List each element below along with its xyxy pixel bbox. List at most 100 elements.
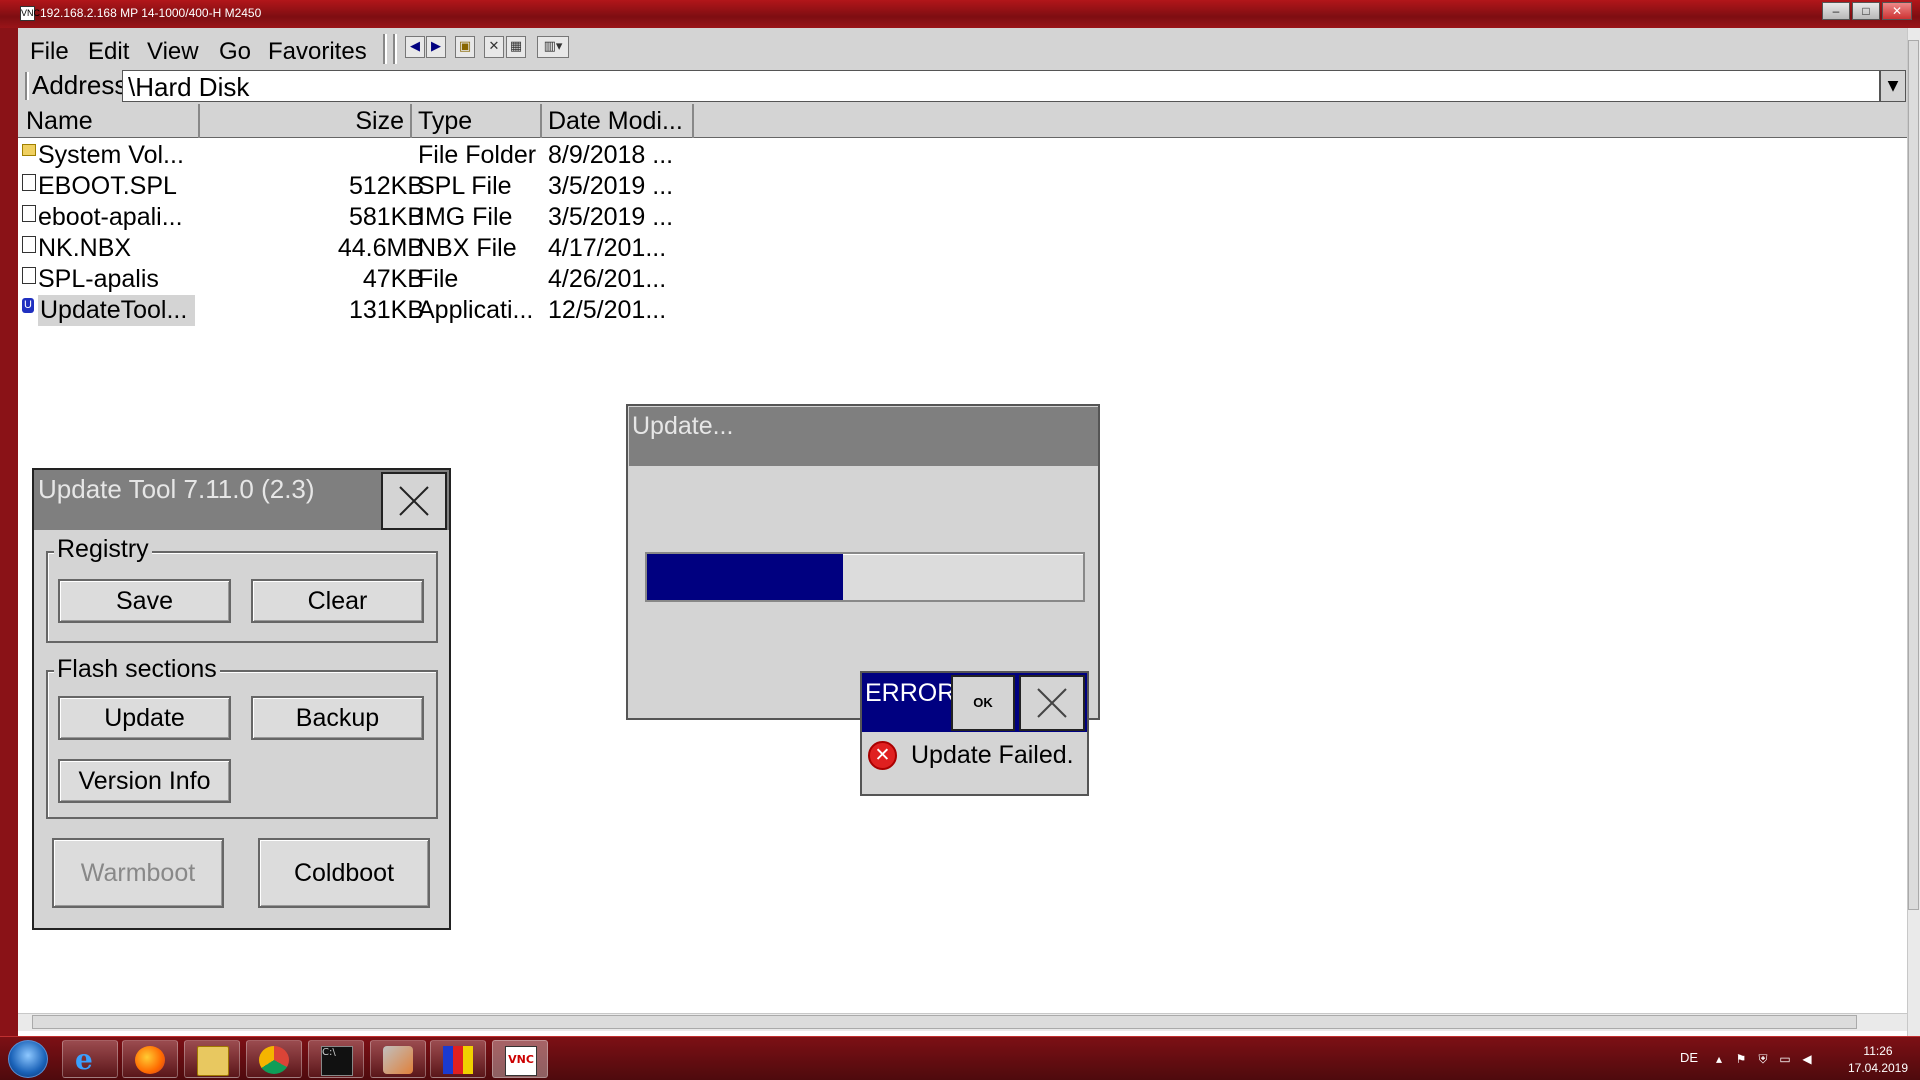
forward-arrow-icon[interactable]: ▶ [426,36,446,58]
menu-file[interactable]: File [30,38,69,66]
save-button[interactable]: Save [58,579,231,623]
list-item[interactable]: System Vol... File Folder 8/9/2018 ... [18,140,718,171]
chrome-icon[interactable] [246,1040,302,1078]
horizontal-scrollbar-thumb[interactable] [32,1015,1857,1029]
security-icon[interactable]: ⛨ [1756,1052,1770,1066]
vnc-viewer-icon[interactable]: VNC [492,1040,548,1078]
file-date: 3/5/2019 ... [548,203,674,231]
file-icon [22,174,36,191]
update-tool-close-button[interactable] [381,472,447,530]
clock-date[interactable]: 17.04.2019 [1840,1061,1916,1075]
file-type: NBX File [418,234,517,262]
file-date: 12/5/201... [548,296,667,324]
properties-icon[interactable]: ▦ [506,36,526,58]
toolbar-separator [383,34,387,64]
menu-go[interactable]: Go [219,38,251,66]
file-type: Applicati... [418,296,534,324]
list-item[interactable]: U UpdateTool... 131KB Applicati... 12/5/201.… [18,295,718,326]
file-explorer-icon[interactable] [184,1040,240,1078]
file-size: 581KB [348,203,424,231]
file-icon [22,267,36,284]
file-name: eboot-apali... [38,203,183,231]
coldboot-button[interactable]: Coldboot [258,838,430,908]
application-icon[interactable] [430,1040,486,1078]
vnc-window-title: 192.168.2.168 MP 14-1000/400-H M2450 [40,6,262,20]
command-prompt-icon[interactable]: C:\ [308,1040,364,1078]
warmboot-button[interactable]: Warmboot [52,838,224,908]
tools-app-icon[interactable] [370,1040,426,1078]
chevron-up-icon[interactable]: ▴ [1712,1052,1726,1066]
update-tool-title: Update Tool 7.11.0 (2.3) [38,474,315,504]
update-button[interactable]: Update [58,696,231,740]
error-message: Update Failed. [911,741,1074,769]
start-button[interactable] [8,1040,48,1078]
file-date: 4/17/201... [548,234,667,262]
file-type: File Folder [418,141,537,169]
file-name: SPL-apalis [38,265,159,293]
menu-view[interactable]: View [147,38,199,66]
vnc-title-bar [0,0,1920,28]
close-icon [1037,688,1067,718]
file-icon [22,205,36,222]
chevron-down-icon[interactable]: ▼ [1880,70,1906,102]
version-info-button[interactable]: Version Info [58,759,231,803]
address-grip [25,72,29,100]
clear-button[interactable]: Clear [251,579,424,623]
address-input[interactable] [122,70,1880,102]
back-arrow-icon[interactable]: ◀ [405,36,425,58]
file-size: 44.6MB [337,234,424,262]
registry-label: Registry [54,535,152,564]
backup-button[interactable]: Backup [251,696,424,740]
list-item[interactable]: eboot-apali... 581KB IMG File 3/5/2019 ... [18,202,718,233]
file-name: System Vol... [38,141,184,169]
minimize-button[interactable]: – [1822,2,1850,20]
column-header-name[interactable]: Name [20,104,200,138]
file-size: 47KB [362,265,424,293]
speaker-icon[interactable]: ◀ [1800,1052,1814,1066]
file-type: IMG File [418,203,513,231]
flash-sections-label: Flash sections [54,655,220,684]
toolbar-separator [393,34,397,64]
file-name: UpdateTool... [38,295,196,326]
error-icon: ✕ [868,741,897,770]
file-icon [22,236,36,253]
file-size: 131KB [348,296,424,324]
close-window-button[interactable]: ✕ [1882,2,1912,20]
network-icon[interactable]: ▭ [1778,1052,1792,1066]
keyboard-language-indicator[interactable]: DE [1680,1050,1698,1065]
file-type: File [418,265,459,293]
views-dropdown-icon[interactable]: ▥▾ [537,36,569,58]
list-item[interactable]: EBOOT.SPL 512KB SPL File 3/5/2019 ... [18,171,718,202]
menu-edit[interactable]: Edit [88,38,129,66]
firefox-icon[interactable] [122,1040,178,1078]
ok-button[interactable]: OK [951,675,1015,731]
maximize-button[interactable]: □ [1852,2,1880,20]
menu-favorites[interactable]: Favorites [268,38,367,66]
address-label: Address [32,70,128,100]
column-header-type[interactable]: Type [412,104,542,138]
delete-icon[interactable]: ✕ [484,36,504,58]
column-header-size[interactable]: Size [200,104,412,138]
file-name: EBOOT.SPL [38,172,177,200]
list-item[interactable]: SPL-apalis 47KB File 4/26/201... [18,264,718,295]
flag-icon[interactable]: ⚑ [1734,1052,1748,1066]
file-type: SPL File [418,172,512,200]
file-size: 512KB [348,172,424,200]
file-date: 3/5/2019 ... [548,172,674,200]
close-icon [399,486,429,516]
column-header-date[interactable]: Date Modi... [542,104,694,138]
file-name: NK.NBX [38,234,132,262]
vnc-app-icon: VNC [20,6,40,21]
update-dialog-title: Update... [632,412,734,440]
clock-time[interactable]: 11:26 [1848,1044,1908,1058]
vertical-scrollbar-thumb[interactable] [1908,40,1919,910]
window-left-frame [0,28,18,1036]
file-date: 8/9/2018 ... [548,141,674,169]
address-value[interactable]: \Hard Disk [128,72,249,103]
file-date: 4/26/201... [548,265,667,293]
up-folder-icon[interactable]: ▣ [455,36,475,58]
list-item[interactable]: NK.NBX 44.6MB NBX File 4/17/201... [18,233,718,264]
error-close-button[interactable] [1019,675,1085,731]
internet-explorer-icon[interactable]: e [62,1040,118,1078]
folder-icon [22,144,36,156]
